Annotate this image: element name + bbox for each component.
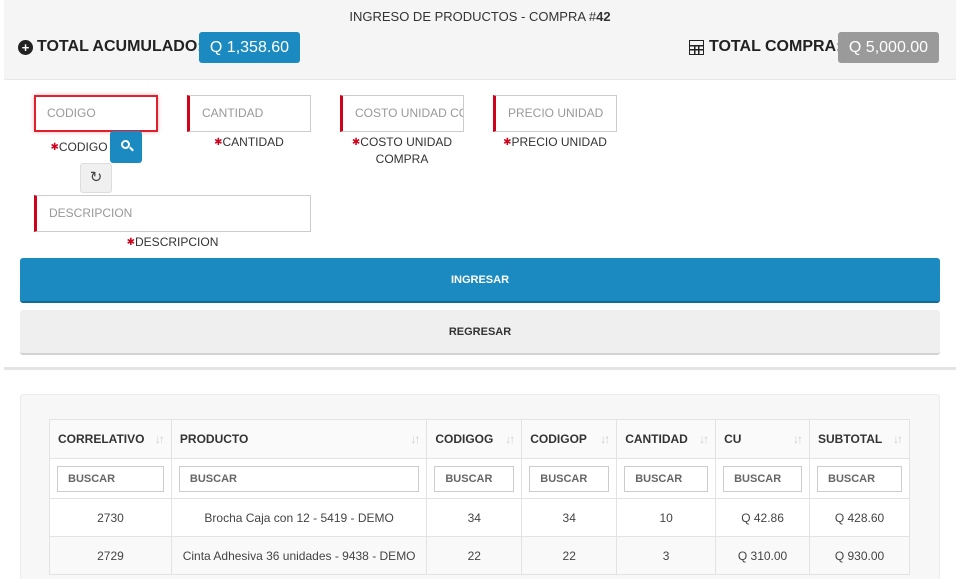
cell-cu: Q 310.00 bbox=[715, 536, 811, 575]
entry-panel: INGRESO DE PRODUCTOS - COMPRA #42 + TOTA… bbox=[4, 0, 956, 370]
compra-number: 42 bbox=[596, 9, 611, 24]
filter-cantidad[interactable]: BUSCAR bbox=[624, 465, 709, 492]
filter-subtotal[interactable]: BUSCAR bbox=[817, 465, 902, 492]
sort-icon: ↓↑ bbox=[505, 432, 515, 446]
filter-cell: BUSCAR bbox=[521, 458, 618, 499]
cell-producto: Cinta Adhesiva 36 unidades - 9438 - DEMO bbox=[170, 536, 428, 575]
table-row[interactable]: 2729 Cinta Adhesiva 36 unidades - 9438 -… bbox=[49, 536, 910, 575]
total-compra-text: TOTAL COMPRA: bbox=[709, 38, 842, 55]
col-label: SUBTOTAL bbox=[818, 432, 883, 446]
filter-cell: BUSCAR bbox=[809, 458, 910, 499]
col-label: CANTIDAD bbox=[625, 432, 688, 446]
total-compra-label: TOTAL COMPRA: bbox=[689, 38, 841, 56]
col-label: CU bbox=[724, 432, 742, 446]
refresh-button[interactable]: ↻ bbox=[80, 163, 112, 193]
cell-cantidad: 10 bbox=[616, 498, 717, 537]
filter-cell: BUSCAR bbox=[49, 458, 172, 499]
precio-unidad-label: ✱PRECIO UNIDAD bbox=[503, 135, 607, 149]
sort-icon: ↓↑ bbox=[410, 432, 420, 446]
cell-codigop: 34 bbox=[521, 498, 618, 537]
col-cu[interactable]: CU ↓↑ bbox=[715, 419, 811, 459]
calculator-icon bbox=[689, 39, 704, 55]
filter-cell: BUSCAR bbox=[170, 458, 428, 499]
descripcion-label-text: DESCRIPCION bbox=[135, 235, 219, 249]
filter-codigop[interactable]: BUSCAR bbox=[529, 465, 610, 492]
title-prefix: INGRESO DE PRODUCTOS - COMPRA # bbox=[349, 9, 597, 24]
search-button[interactable] bbox=[110, 131, 142, 163]
table-row[interactable]: 2730 Brocha Caja con 12 - 5419 - DEMO 34… bbox=[49, 498, 910, 537]
filter-cell: BUSCAR bbox=[616, 458, 717, 499]
page-title: INGRESO DE PRODUCTOS - COMPRA #42 bbox=[4, 9, 956, 24]
filter-codigog[interactable]: BUSCAR bbox=[434, 465, 515, 492]
total-compra-badge: Q 5,000.00 bbox=[838, 32, 939, 63]
cell-cantidad: 3 bbox=[616, 536, 717, 575]
precio-label-text: PRECIO UNIDAD bbox=[511, 135, 607, 149]
codigo-label: ✱CODIGO bbox=[50, 140, 108, 154]
codigo-label-text: CODIGO bbox=[58, 140, 108, 154]
col-label: PRODUCTO bbox=[179, 432, 249, 446]
col-codigog[interactable]: CODIGOG ↓↑ bbox=[426, 419, 523, 459]
header: INGRESO DE PRODUCTOS - COMPRA #42 + TOTA… bbox=[4, 0, 956, 80]
ingresar-button[interactable]: INGRESAR bbox=[20, 258, 940, 303]
col-label: CODIGOG bbox=[435, 432, 494, 446]
search-icon-handle bbox=[129, 146, 134, 152]
plus-circle-icon: + bbox=[18, 39, 33, 55]
filter-correlativo[interactable]: BUSCAR bbox=[57, 465, 164, 492]
cell-correlativo: 2730 bbox=[49, 498, 172, 537]
total-acumulado-text: TOTAL ACUMULADO: bbox=[37, 38, 203, 55]
col-correlativo[interactable]: CORRELATIVO ↓↑ bbox=[49, 419, 172, 459]
cell-codigop: 22 bbox=[521, 536, 618, 575]
costo-unidad-input[interactable]: COSTO UNIDAD COMPRA bbox=[340, 95, 464, 132]
regresar-button[interactable]: REGRESAR bbox=[20, 310, 940, 355]
filter-cu[interactable]: BUSCAR bbox=[723, 465, 803, 492]
filter-row: BUSCAR BUSCAR BUSCAR BUSCAR BUSCAR BUSCA… bbox=[49, 458, 910, 499]
descripcion-input[interactable]: DESCRIPCION bbox=[34, 195, 311, 232]
col-subtotal[interactable]: SUBTOTAL ↓↑ bbox=[809, 419, 910, 459]
cell-correlativo: 2729 bbox=[49, 536, 172, 575]
col-codigop[interactable]: CODIGOP ↓↑ bbox=[521, 419, 618, 459]
filter-cell: BUSCAR bbox=[715, 458, 811, 499]
sort-icon: ↓↑ bbox=[893, 432, 903, 446]
descripcion-label: ✱DESCRIPCION bbox=[126, 235, 219, 249]
cell-producto: Brocha Caja con 12 - 5419 - DEMO bbox=[170, 498, 428, 537]
col-label: CORRELATIVO bbox=[58, 432, 145, 446]
costo-label-line1: COSTO UNIDAD bbox=[360, 135, 453, 149]
total-acumulado-label: + TOTAL ACUMULADO: bbox=[18, 38, 203, 56]
sort-icon: ↓↑ bbox=[793, 432, 803, 446]
cantidad-input[interactable]: CANTIDAD bbox=[187, 95, 311, 132]
products-table: CORRELATIVO ↓↑ PRODUCTO ↓↑ CODIGOG ↓↑ CODIG… bbox=[49, 419, 910, 575]
cantidad-label-text: CANTIDAD bbox=[222, 135, 284, 149]
col-producto[interactable]: PRODUCTO ↓↑ bbox=[170, 419, 428, 459]
precio-unidad-input[interactable]: PRECIO UNIDAD bbox=[493, 95, 617, 132]
costo-label-line2: COMPRA bbox=[375, 152, 429, 166]
codigo-input[interactable]: CODIGO bbox=[34, 95, 158, 132]
cell-codigog: 22 bbox=[426, 536, 523, 575]
cell-codigog: 34 bbox=[426, 498, 523, 537]
cell-subtotal: Q 428.60 bbox=[809, 498, 910, 537]
sort-icon: ↓↑ bbox=[154, 432, 165, 446]
cantidad-label: ✱CANTIDAD bbox=[214, 135, 284, 149]
sort-icon: ↓↑ bbox=[699, 432, 709, 446]
costo-unidad-label: ✱COSTO UNIDAD COMPRA bbox=[351, 135, 453, 166]
sort-icon: ↓↑ bbox=[600, 432, 610, 446]
filter-cell: BUSCAR bbox=[426, 458, 523, 499]
cell-cu: Q 42.86 bbox=[715, 498, 811, 537]
filter-producto[interactable]: BUSCAR bbox=[178, 465, 420, 492]
cell-subtotal: Q 930.00 bbox=[809, 536, 910, 575]
total-acumulado-badge: Q 1,358.60 bbox=[199, 32, 300, 63]
col-cantidad[interactable]: CANTIDAD ↓↑ bbox=[616, 419, 717, 459]
refresh-icon: ↻ bbox=[89, 169, 103, 186]
col-label: CODIGOP bbox=[530, 432, 587, 446]
header-row: CORRELATIVO ↓↑ PRODUCTO ↓↑ CODIGOG ↓↑ CODIG… bbox=[49, 419, 910, 459]
